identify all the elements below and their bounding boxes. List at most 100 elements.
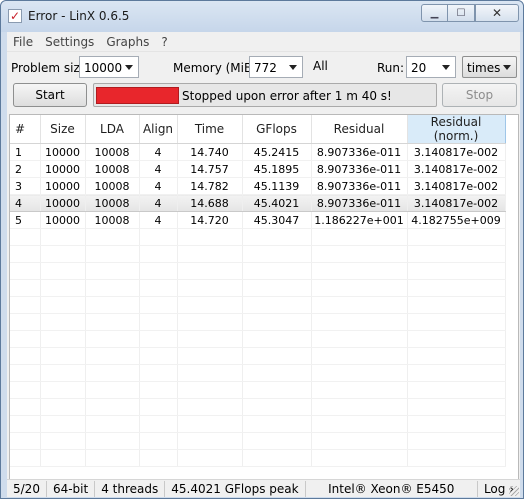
empty-cell xyxy=(407,262,506,280)
table-cell: 3.140817e-002 xyxy=(407,160,506,178)
empty-cell xyxy=(10,415,41,433)
empty-cell xyxy=(311,381,408,399)
column-header-index[interactable]: # xyxy=(10,115,41,144)
title-bar[interactable]: ✓ Error - LinX 0.6.5 ▁ ☐ ✕ xyxy=(1,1,523,32)
table-cell: 14.720 xyxy=(177,211,243,229)
column-header-residual[interactable]: Residual xyxy=(311,115,408,144)
empty-cell xyxy=(40,296,86,314)
empty-cell xyxy=(407,245,506,263)
action-row: Start Stopped upon error after 1 m 40 s!… xyxy=(7,83,520,107)
run-count-select[interactable]: 20 xyxy=(406,56,456,78)
empty-cell xyxy=(40,313,86,331)
empty-cell xyxy=(85,313,140,331)
table-row[interactable]: 5 10000 10008 4 14.720 45.3047 1.186227e+001 4.… xyxy=(10,211,506,229)
table-row[interactable]: 1 10000 10008 4 14.740 45.2415 8.907336e-011 3.… xyxy=(10,143,506,161)
empty-cell xyxy=(85,381,140,399)
empty-cell xyxy=(139,330,178,348)
empty-cell xyxy=(177,381,243,399)
empty-cell xyxy=(40,381,86,399)
empty-cell xyxy=(139,449,178,467)
table-cell: 8.907336e-011 xyxy=(311,143,408,161)
empty-cell xyxy=(311,347,408,365)
empty-row xyxy=(10,228,506,246)
table-cell: 45.1895 xyxy=(242,160,312,178)
empty-cell xyxy=(177,364,243,382)
empty-cell xyxy=(139,262,178,280)
resize-grip-icon[interactable] xyxy=(509,486,519,496)
table-cell: 4 xyxy=(139,177,178,195)
empty-cell xyxy=(10,398,41,416)
empty-cell xyxy=(407,449,506,467)
table-cell: 3.140817e-002 xyxy=(407,194,506,212)
minimize-button[interactable]: ▁ xyxy=(421,4,448,22)
table-cell: 10000 xyxy=(40,160,86,178)
all-button[interactable]: All xyxy=(313,59,328,73)
empty-cell xyxy=(85,432,140,450)
empty-cell xyxy=(311,313,408,331)
empty-cell xyxy=(311,279,408,297)
empty-cell xyxy=(40,398,86,416)
results-table[interactable]: # Size LDA Align Time GFlops Residual Re… xyxy=(9,114,519,480)
empty-cell xyxy=(242,313,312,331)
table-cell: 4.182755e+009 xyxy=(407,211,506,229)
status-bar: 5/20 64-bit 4 threads 45.4021 GFlops pea… xyxy=(7,479,520,497)
close-button[interactable]: ✕ xyxy=(475,4,519,22)
column-header-lda[interactable]: LDA xyxy=(85,115,140,144)
empty-cell xyxy=(40,415,86,433)
empty-cell xyxy=(177,245,243,263)
empty-cell xyxy=(85,262,140,280)
maximize-button[interactable]: ☐ xyxy=(448,4,475,22)
column-header-align[interactable]: Align xyxy=(139,115,178,144)
table-cell: 10008 xyxy=(85,143,140,161)
menu-graphs[interactable]: Graphs xyxy=(100,35,155,49)
table-row[interactable]: 3 10000 10008 4 14.782 45.1139 8.907336e-011 3.… xyxy=(10,177,506,195)
empty-cell xyxy=(311,364,408,382)
empty-cell xyxy=(85,228,140,246)
table-cell: 10000 xyxy=(40,177,86,195)
start-button[interactable]: Start xyxy=(13,83,87,107)
bitness: 64-bit xyxy=(47,480,96,497)
empty-cell xyxy=(407,347,506,365)
table-header-row: # Size LDA Align Time GFlops Residual Re… xyxy=(10,115,506,144)
memory-select[interactable]: 772 xyxy=(249,56,303,78)
empty-cell xyxy=(40,432,86,450)
column-header-size[interactable]: Size xyxy=(40,115,86,144)
empty-cell xyxy=(242,347,312,365)
empty-cell xyxy=(311,228,408,246)
empty-cell xyxy=(177,330,243,348)
table-row[interactable]: 4 10000 10008 4 14.688 45.4021 8.907336e-011 3.… xyxy=(10,194,506,212)
empty-cell xyxy=(407,415,506,433)
column-header-gflops[interactable]: GFlops xyxy=(242,115,312,144)
table-cell: 5 xyxy=(10,211,41,229)
empty-cell xyxy=(242,279,312,297)
empty-row xyxy=(10,432,506,450)
table-cell: 45.2415 xyxy=(242,143,312,161)
table-row[interactable]: 2 10000 10008 4 14.757 45.1895 8.907336e-011 3.… xyxy=(10,160,506,178)
empty-cell xyxy=(311,330,408,348)
problem-size-select[interactable]: 10000 xyxy=(79,56,139,78)
menu-file[interactable]: File xyxy=(7,35,39,49)
empty-cell xyxy=(40,245,86,263)
column-header-time[interactable]: Time xyxy=(177,115,243,144)
menu-bar: File Settings Graphs ? xyxy=(7,32,520,52)
minimize-icon: ▁ xyxy=(430,7,439,19)
empty-cell xyxy=(177,449,243,467)
empty-cell xyxy=(10,228,41,246)
menu-help[interactable]: ? xyxy=(155,35,173,49)
column-header-residual-norm[interactable]: Residual (norm.) xyxy=(406,115,506,144)
empty-cell xyxy=(177,398,243,416)
menu-settings[interactable]: Settings xyxy=(39,35,100,49)
status-progress-bar: Stopped upon error after 1 m 40 s! xyxy=(93,83,437,107)
table-cell: 3.140817e-002 xyxy=(407,143,506,161)
empty-cell xyxy=(311,449,408,467)
empty-cell xyxy=(40,364,86,382)
empty-cell xyxy=(10,313,41,331)
close-icon: ✕ xyxy=(491,6,503,20)
run-unit-select[interactable]: times xyxy=(462,56,517,78)
empty-cell xyxy=(85,398,140,416)
empty-cell xyxy=(177,432,243,450)
empty-cell xyxy=(407,432,506,450)
stop-button[interactable]: Stop xyxy=(442,83,517,107)
empty-cell xyxy=(139,347,178,365)
empty-row xyxy=(10,296,506,314)
